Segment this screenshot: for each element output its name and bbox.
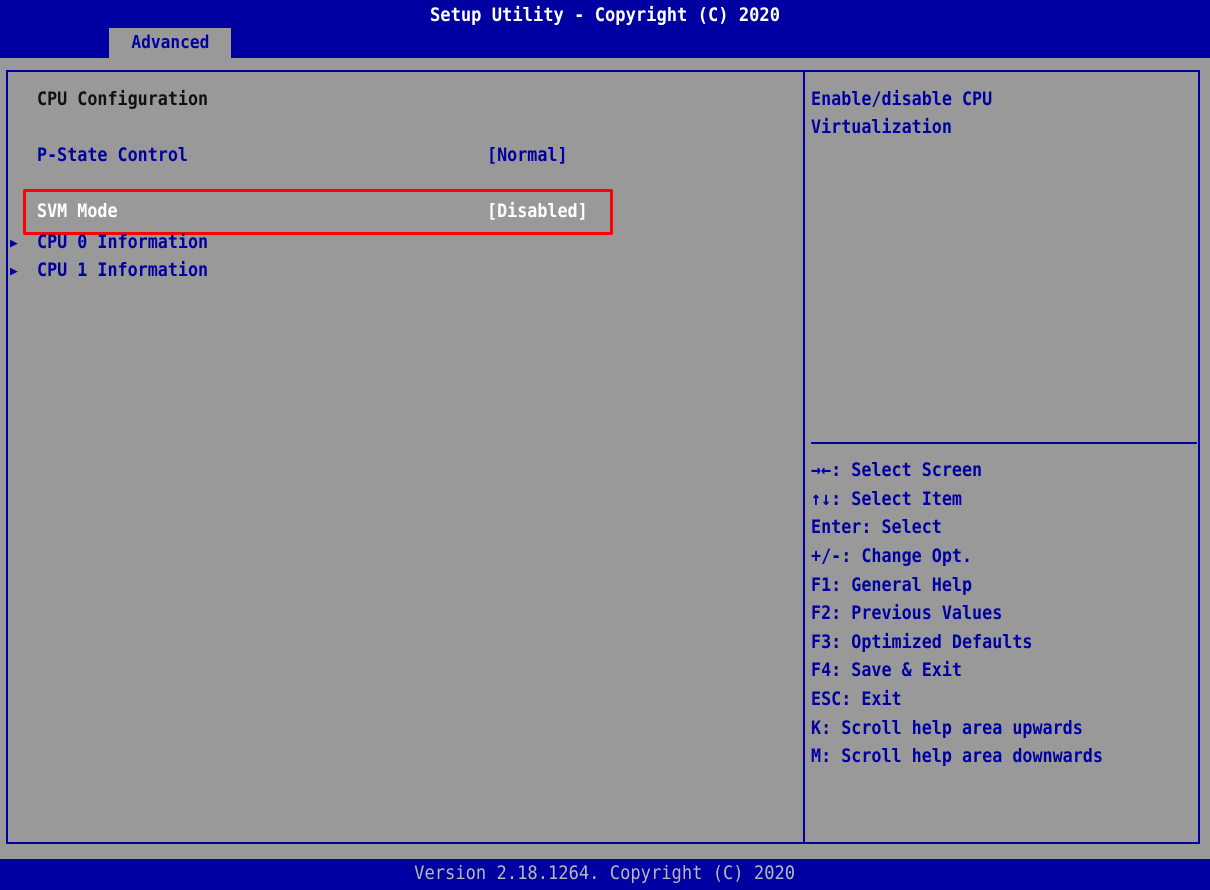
key-hint-f2: F2: Previous Values: [811, 602, 1003, 624]
help-divider: [811, 442, 1197, 444]
setting-label: P-State Control: [37, 144, 189, 166]
submenu-label: CPU 0 Information: [37, 231, 209, 253]
key-hint-enter: Enter: Select: [811, 516, 942, 538]
version-text: Version 2.18.1264. Copyright (C) 2020: [0, 862, 1210, 884]
submenu-label: CPU 1 Information: [37, 259, 209, 281]
triangle-right-icon: ▶: [10, 236, 18, 251]
selection-highlight: [23, 189, 613, 235]
triangle-right-icon: ▶: [10, 264, 18, 279]
tab-advanced[interactable]: Advanced: [109, 28, 231, 58]
key-hint-f4: F4: Save & Exit: [811, 659, 963, 681]
key-hint-change-opt: +/-: Change Opt.: [811, 545, 973, 567]
key-hint-f1: F1: General Help: [811, 574, 973, 596]
help-description-line: Virtualization: [811, 116, 952, 138]
key-hint-f3: F3: Optimized Defaults: [811, 631, 1033, 653]
section-title: CPU Configuration: [37, 88, 209, 110]
setup-title: Setup Utility - Copyright (C) 2020: [429, 4, 781, 26]
key-hint-select-item: ↑↓: Select Item: [811, 488, 963, 510]
pane-divider: [803, 70, 805, 844]
setting-value[interactable]: [Normal]: [487, 144, 568, 166]
key-hint-k: K: Scroll help area upwards: [811, 717, 1083, 739]
help-description-line: Enable/disable CPU: [811, 88, 993, 110]
key-hint-select-screen: →←: Select Screen: [811, 459, 983, 481]
key-hint-m: M: Scroll help area downwards: [811, 745, 1103, 767]
key-hint-esc: ESC: Exit: [811, 688, 902, 710]
version-label: Version 2.18.1264. Copyright (C) 2020: [414, 862, 796, 884]
tab-advanced-label: Advanced: [130, 32, 210, 53]
